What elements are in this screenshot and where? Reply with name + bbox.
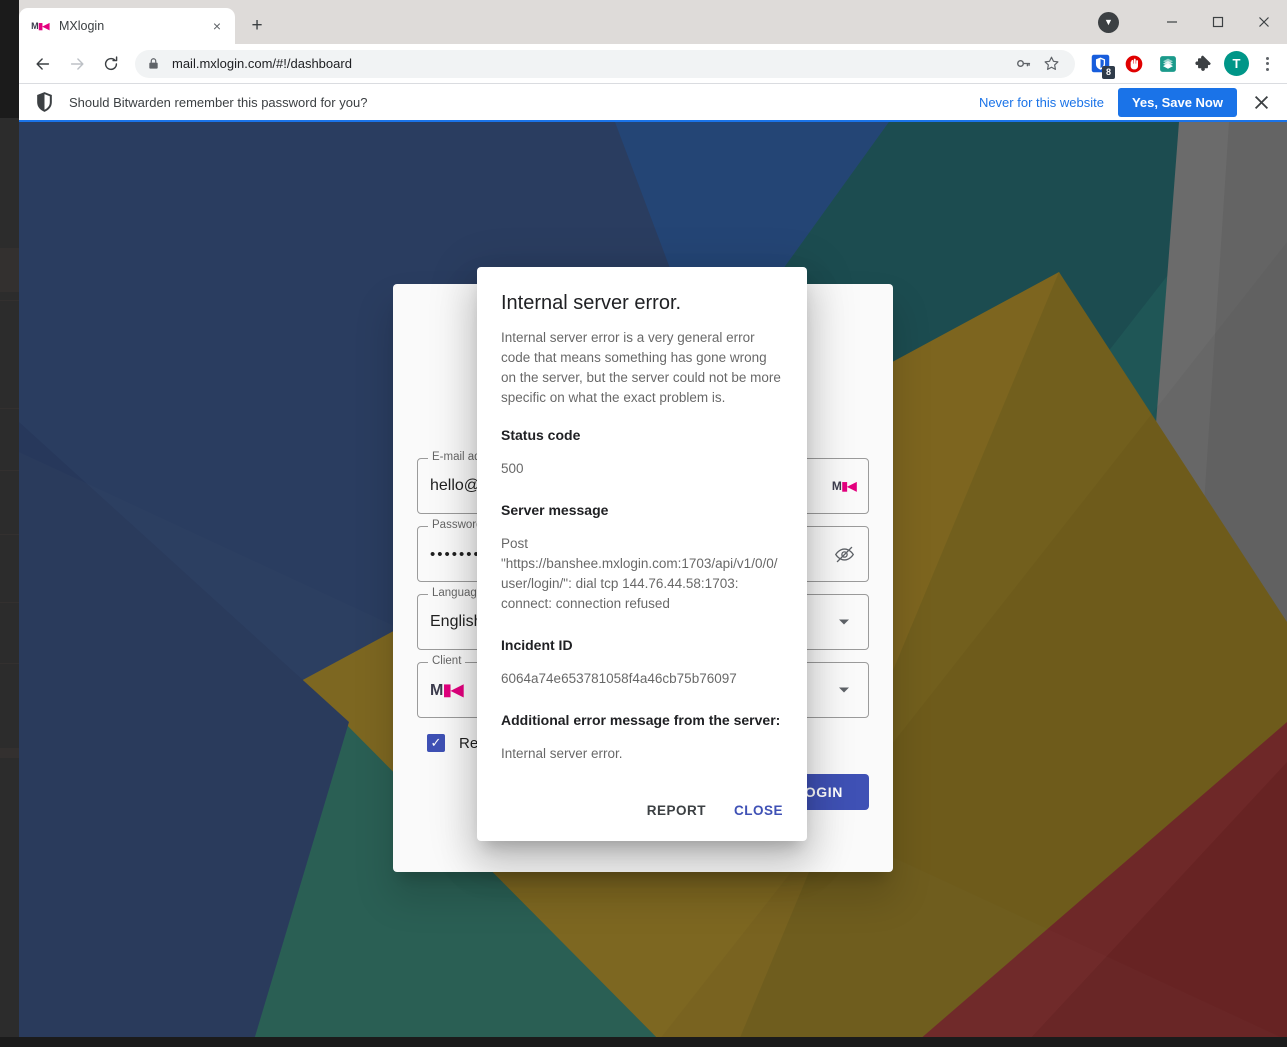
evernote-extension-icon[interactable] <box>1154 50 1182 78</box>
star-icon[interactable] <box>1039 52 1063 76</box>
chrome-menu-icon[interactable] <box>1254 50 1280 78</box>
bitwarden-save-password-infobar: Should Bitwarden remember this password … <box>19 84 1287 122</box>
back-icon[interactable] <box>28 49 58 79</box>
report-button[interactable]: REPORT <box>637 794 716 827</box>
window-controls: ▼ <box>1098 0 1287 44</box>
never-for-this-website-link[interactable]: Never for this website <box>979 95 1104 110</box>
minimize-button[interactable] <box>1149 6 1195 38</box>
dialog-description: Internal server error is a very general … <box>501 330 781 405</box>
bitwarden-badge-count: 8 <box>1102 65 1115 79</box>
browser-window: M ▮◀ MXlogin × + ▼ mail.mxlogin.com/#!/d… <box>19 0 1287 1037</box>
page-viewport: E-mail address hello@ M ▮◀ Password •••••… <box>19 122 1287 1037</box>
server-message-value: Post "https://banshee.mxlogin.com:1703/a… <box>501 536 778 611</box>
tab-close-icon[interactable]: × <box>207 16 227 36</box>
tab-strip: M ▮◀ MXlogin × + ▼ <box>19 0 1287 44</box>
remember-me-checkbox[interactable]: ✓ <box>427 734 445 752</box>
lock-icon <box>147 57 160 70</box>
extensions-bar: 8 <box>1083 50 1219 79</box>
forward-icon[interactable] <box>62 49 92 79</box>
chevron-down-icon[interactable] <box>832 678 856 702</box>
yes-save-now-button[interactable]: Yes, Save Now <box>1117 87 1237 117</box>
infobar-close-icon[interactable] <box>1247 88 1275 116</box>
extensions-puzzle-icon[interactable] <box>1188 50 1216 78</box>
address-bar[interactable]: mail.mxlogin.com/#!/dashboard <box>135 49 1075 78</box>
infobar-message: Should Bitwarden remember this password … <box>69 94 368 110</box>
taskbar <box>0 1037 1287 1047</box>
additional-error-value: Internal server error. <box>501 746 623 761</box>
incident-id-value: 6064a74e653781058f4a46cb75b76097 <box>501 671 737 686</box>
desktop: M ▮◀ MXlogin × + ▼ mail.mxlogin.com/#!/d… <box>0 0 1287 1047</box>
bitwarden-shield-icon <box>35 91 55 113</box>
ublock-origin-extension-icon[interactable] <box>1120 50 1148 78</box>
client-select-label: Client <box>428 655 466 667</box>
bitwarden-extension-icon[interactable]: 8 <box>1086 50 1115 79</box>
error-dialog: Internal server error. Internal server e… <box>477 267 807 841</box>
browser-toolbar: mail.mxlogin.com/#!/dashboard 8 T <box>19 44 1287 84</box>
avatar[interactable]: T <box>1224 51 1249 76</box>
chevron-down-icon[interactable] <box>832 610 856 634</box>
tab-title: MXlogin <box>59 19 105 33</box>
url-text: mail.mxlogin.com/#!/dashboard <box>172 56 352 71</box>
mx-favicon-icon: M ▮◀ <box>31 20 49 32</box>
dialog-title: Internal server error. <box>501 292 682 314</box>
new-tab-button[interactable]: + <box>243 12 271 40</box>
tab-mxlogin[interactable]: M ▮◀ MXlogin × <box>19 8 235 44</box>
status-code-heading: Status code <box>501 427 581 443</box>
dialog-body: Internal server error is a very general … <box>477 328 807 786</box>
chevron-down-icon[interactable]: ▼ <box>1098 11 1119 33</box>
eye-off-icon[interactable] <box>832 542 856 566</box>
dialog-actions: REPORT CLOSE <box>477 786 807 841</box>
server-message-heading: Server message <box>501 502 609 518</box>
key-icon[interactable] <box>1011 52 1035 76</box>
additional-error-heading: Additional error message from the server… <box>501 712 781 728</box>
status-code-value: 500 <box>501 461 524 476</box>
background-window-sliver <box>0 118 19 1037</box>
maximize-button[interactable] <box>1195 6 1241 38</box>
mx-brand-icon: M ▮◀ <box>831 479 857 493</box>
window-close-button[interactable] <box>1241 6 1287 38</box>
close-button[interactable]: CLOSE <box>724 794 793 827</box>
incident-id-heading: Incident ID <box>501 637 573 653</box>
reload-icon[interactable] <box>96 49 126 79</box>
